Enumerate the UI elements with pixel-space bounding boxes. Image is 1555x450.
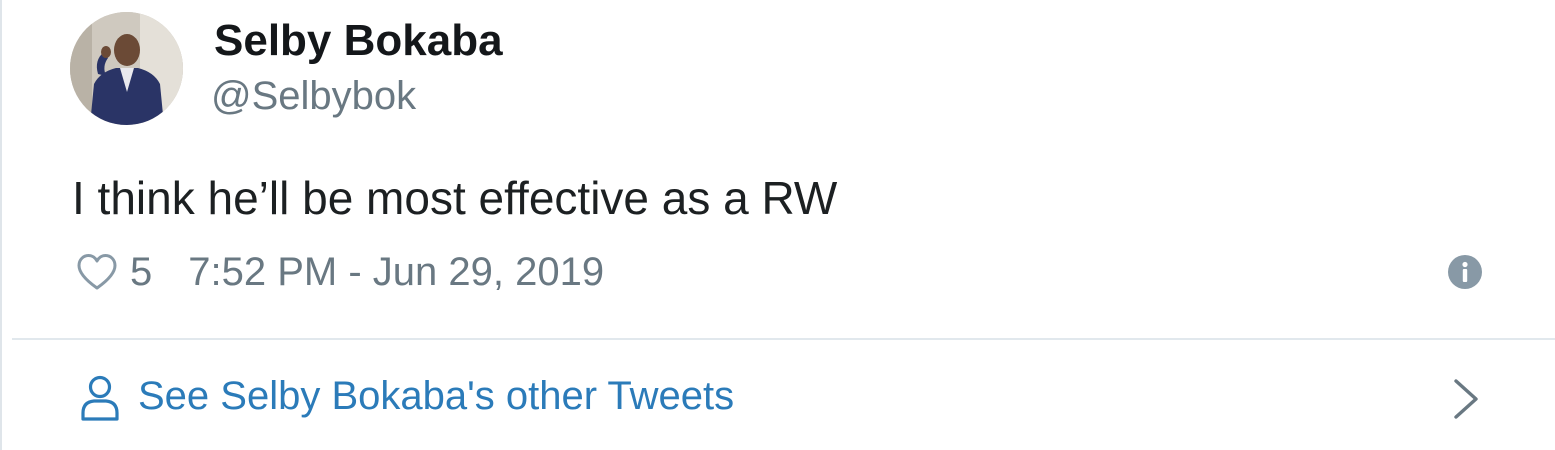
embedded-tweet-card: Selby Bokaba @Selbybok I think he’ll be … [0,0,1555,450]
heart-icon [77,254,117,290]
tweet-text: I think he’ll be most effective as a RW [72,172,838,224]
see-other-tweets-link[interactable]: See Selby Bokaba's other Tweets [12,340,1555,450]
tweet-meta-row: 5 7:52 PM - Jun 29, 2019 [74,246,604,298]
person-icon [81,375,119,421]
author-handle[interactable]: @Selbybok [211,72,416,120]
see-other-tweets-label: See Selby Bokaba's other Tweets [138,374,735,418]
tweet-timestamp[interactable]: 7:52 PM - Jun 29, 2019 [188,250,604,295]
author-display-name[interactable]: Selby Bokaba [214,14,503,68]
avatar-photo [70,12,183,125]
chevron-right-icon [1454,379,1478,419]
avatar[interactable] [70,12,183,125]
like-button[interactable]: 5 [74,249,152,295]
info-icon[interactable] [1446,253,1484,291]
like-count: 5 [130,249,153,294]
